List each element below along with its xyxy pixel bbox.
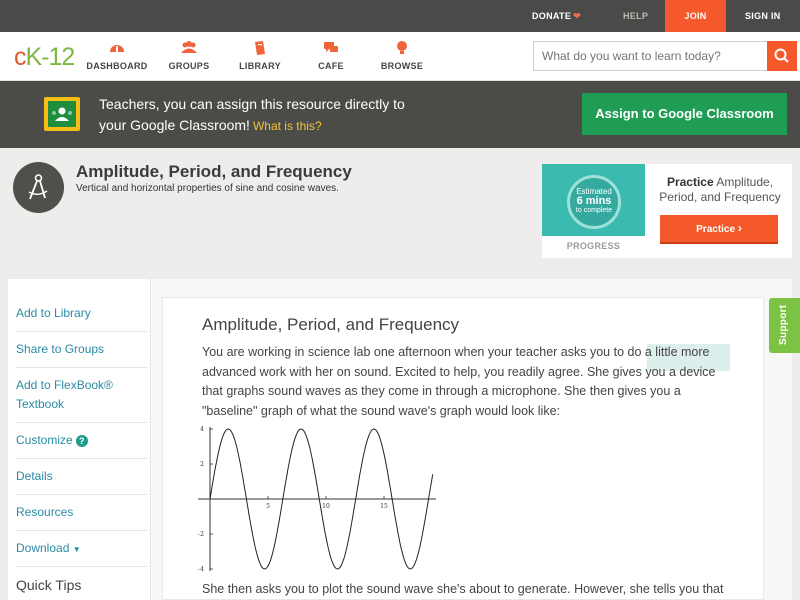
- sidebar-item-label: Customize: [16, 433, 73, 447]
- practice-button-label: Practice: [696, 224, 736, 235]
- help-icon[interactable]: ?: [75, 434, 88, 447]
- x-tick-label: 10: [322, 503, 330, 510]
- sidebar-item-add-to-library[interactable]: Add to Library: [16, 296, 147, 332]
- join-button[interactable]: JOIN: [665, 0, 726, 32]
- search-input[interactable]: [534, 42, 768, 70]
- what-is-this-link[interactable]: What is this?: [253, 119, 322, 133]
- x-tick-label: 15: [380, 503, 388, 510]
- sidebar-item-label: Resources: [16, 505, 74, 519]
- y-tick-label: −4: [198, 566, 204, 573]
- nav-library-label: LIBRARY: [239, 61, 281, 71]
- y-tick-label: −2: [198, 531, 204, 538]
- search-button[interactable]: [767, 41, 797, 71]
- nav-cafe-label: CAFE: [318, 61, 344, 71]
- support-label: Support: [778, 304, 789, 345]
- lesson-title: Amplitude, Period, and Frequency: [202, 315, 460, 334]
- heart-icon: ❤: [573, 11, 581, 21]
- sidebar-item-share-to-groups[interactable]: Share to Groups: [16, 332, 147, 368]
- dashboard-icon: [110, 45, 124, 52]
- sidebar-item-label: Share to Groups: [16, 342, 105, 356]
- y-tick-label: 2: [200, 461, 204, 468]
- chevron-right-icon: ›: [737, 221, 742, 235]
- sidebar-item-customize[interactable]: Customize?: [16, 423, 147, 459]
- quick-tips-heading: Quick Tips: [16, 577, 82, 593]
- nav-library[interactable]: LIBRARY: [222, 40, 298, 71]
- support-tab[interactable]: Support: [769, 298, 800, 353]
- nav-groups[interactable]: GROUPS: [151, 40, 227, 71]
- nav-cafe[interactable]: CAFE: [293, 40, 369, 71]
- sidebar-item-details[interactable]: Details: [16, 459, 147, 495]
- estimate-value: 6 mins: [576, 195, 612, 207]
- google-classroom-banner: Teachers, you can assign this resource d…: [0, 81, 800, 148]
- practice-button[interactable]: Practice ›: [660, 215, 778, 244]
- practice-description: Practice Amplitude, Period, and Frequenc…: [652, 175, 788, 205]
- help-link[interactable]: HELP: [623, 0, 648, 32]
- library-icon: [255, 41, 265, 55]
- sidebar-item-add-to-flexbook[interactable]: Add to FlexBook® Textbook: [16, 368, 147, 423]
- groups-icon: [181, 41, 197, 53]
- top-utility-bar: DONATE ❤ HELP JOIN SIGN IN: [0, 0, 800, 32]
- logo-k12: K-12: [25, 43, 76, 71]
- page-subtitle: Vertical and horizontal properties of si…: [76, 183, 339, 194]
- sign-in-link[interactable]: SIGN IN: [745, 0, 781, 32]
- search-bar: [533, 41, 797, 71]
- sidebar-item-label: Download: [16, 541, 70, 555]
- sidebar-item-label: Details: [16, 469, 53, 483]
- nav-dashboard[interactable]: DASHBOARD: [79, 40, 155, 71]
- cafe-icon: [324, 42, 338, 52]
- main-nav: cK-12 DASHBOARD GROUPS LIBRARY CAFE BROW…: [0, 32, 800, 81]
- y-tick-label: 4: [200, 426, 204, 433]
- estimate-suffix: to complete: [575, 207, 613, 214]
- browse-icon: [397, 41, 407, 54]
- donate-label: DONATE: [532, 11, 572, 21]
- lesson-paragraph-continued: She then asks you to plot the sound wave…: [202, 582, 724, 596]
- lesson-paragraph: You are working in science lab one after…: [202, 345, 716, 418]
- progress-label: PROGRESS: [566, 241, 621, 251]
- sidebar: Add to Library Share to Groups Add to Fl…: [8, 279, 150, 600]
- sidebar-item-label: Add to FlexBook® Textbook: [16, 378, 113, 411]
- classroom-message-line1: Teachers, you can assign this resource d…: [99, 96, 405, 112]
- progress-image: Estimated 6 mins to complete: [542, 164, 645, 236]
- nav-browse-label: BROWSE: [380, 61, 424, 71]
- page-title: Amplitude, Period, and Frequency: [76, 162, 352, 181]
- ck12-logo[interactable]: cK-12: [14, 43, 76, 72]
- google-classroom-icon: [44, 97, 80, 131]
- practice-bold: Practice: [666, 175, 714, 189]
- logo-c: c: [14, 43, 26, 71]
- compass-icon: [28, 174, 48, 200]
- sidebar-item-download[interactable]: Download ▼: [16, 531, 147, 567]
- x-tick-label: 5: [266, 503, 270, 510]
- classroom-message-line2: your Google Classroom!: [99, 117, 250, 133]
- classroom-message: Teachers, you can assign this resource d…: [99, 94, 405, 137]
- estimate-badge: Estimated 6 mins to complete: [567, 175, 621, 229]
- nav-groups-label: GROUPS: [168, 61, 210, 71]
- search-icon: [774, 48, 789, 63]
- concept-icon: [13, 162, 64, 213]
- donate-link[interactable]: DONATE ❤: [532, 0, 581, 32]
- sidebar-item-resources[interactable]: Resources: [16, 495, 147, 531]
- sine-wave-graph: 4 2 −2 −4 5 10 15: [198, 426, 436, 573]
- assign-google-classroom-button[interactable]: Assign to Google Classroom: [582, 93, 787, 135]
- sidebar-item-label: Add to Library: [16, 306, 91, 320]
- nav-browse[interactable]: BROWSE: [364, 40, 440, 71]
- practice-card: Estimated 6 mins to complete PROGRESS Pr…: [542, 164, 792, 258]
- caret-down-icon: ▼: [72, 545, 81, 554]
- nav-dashboard-label: DASHBOARD: [86, 61, 148, 71]
